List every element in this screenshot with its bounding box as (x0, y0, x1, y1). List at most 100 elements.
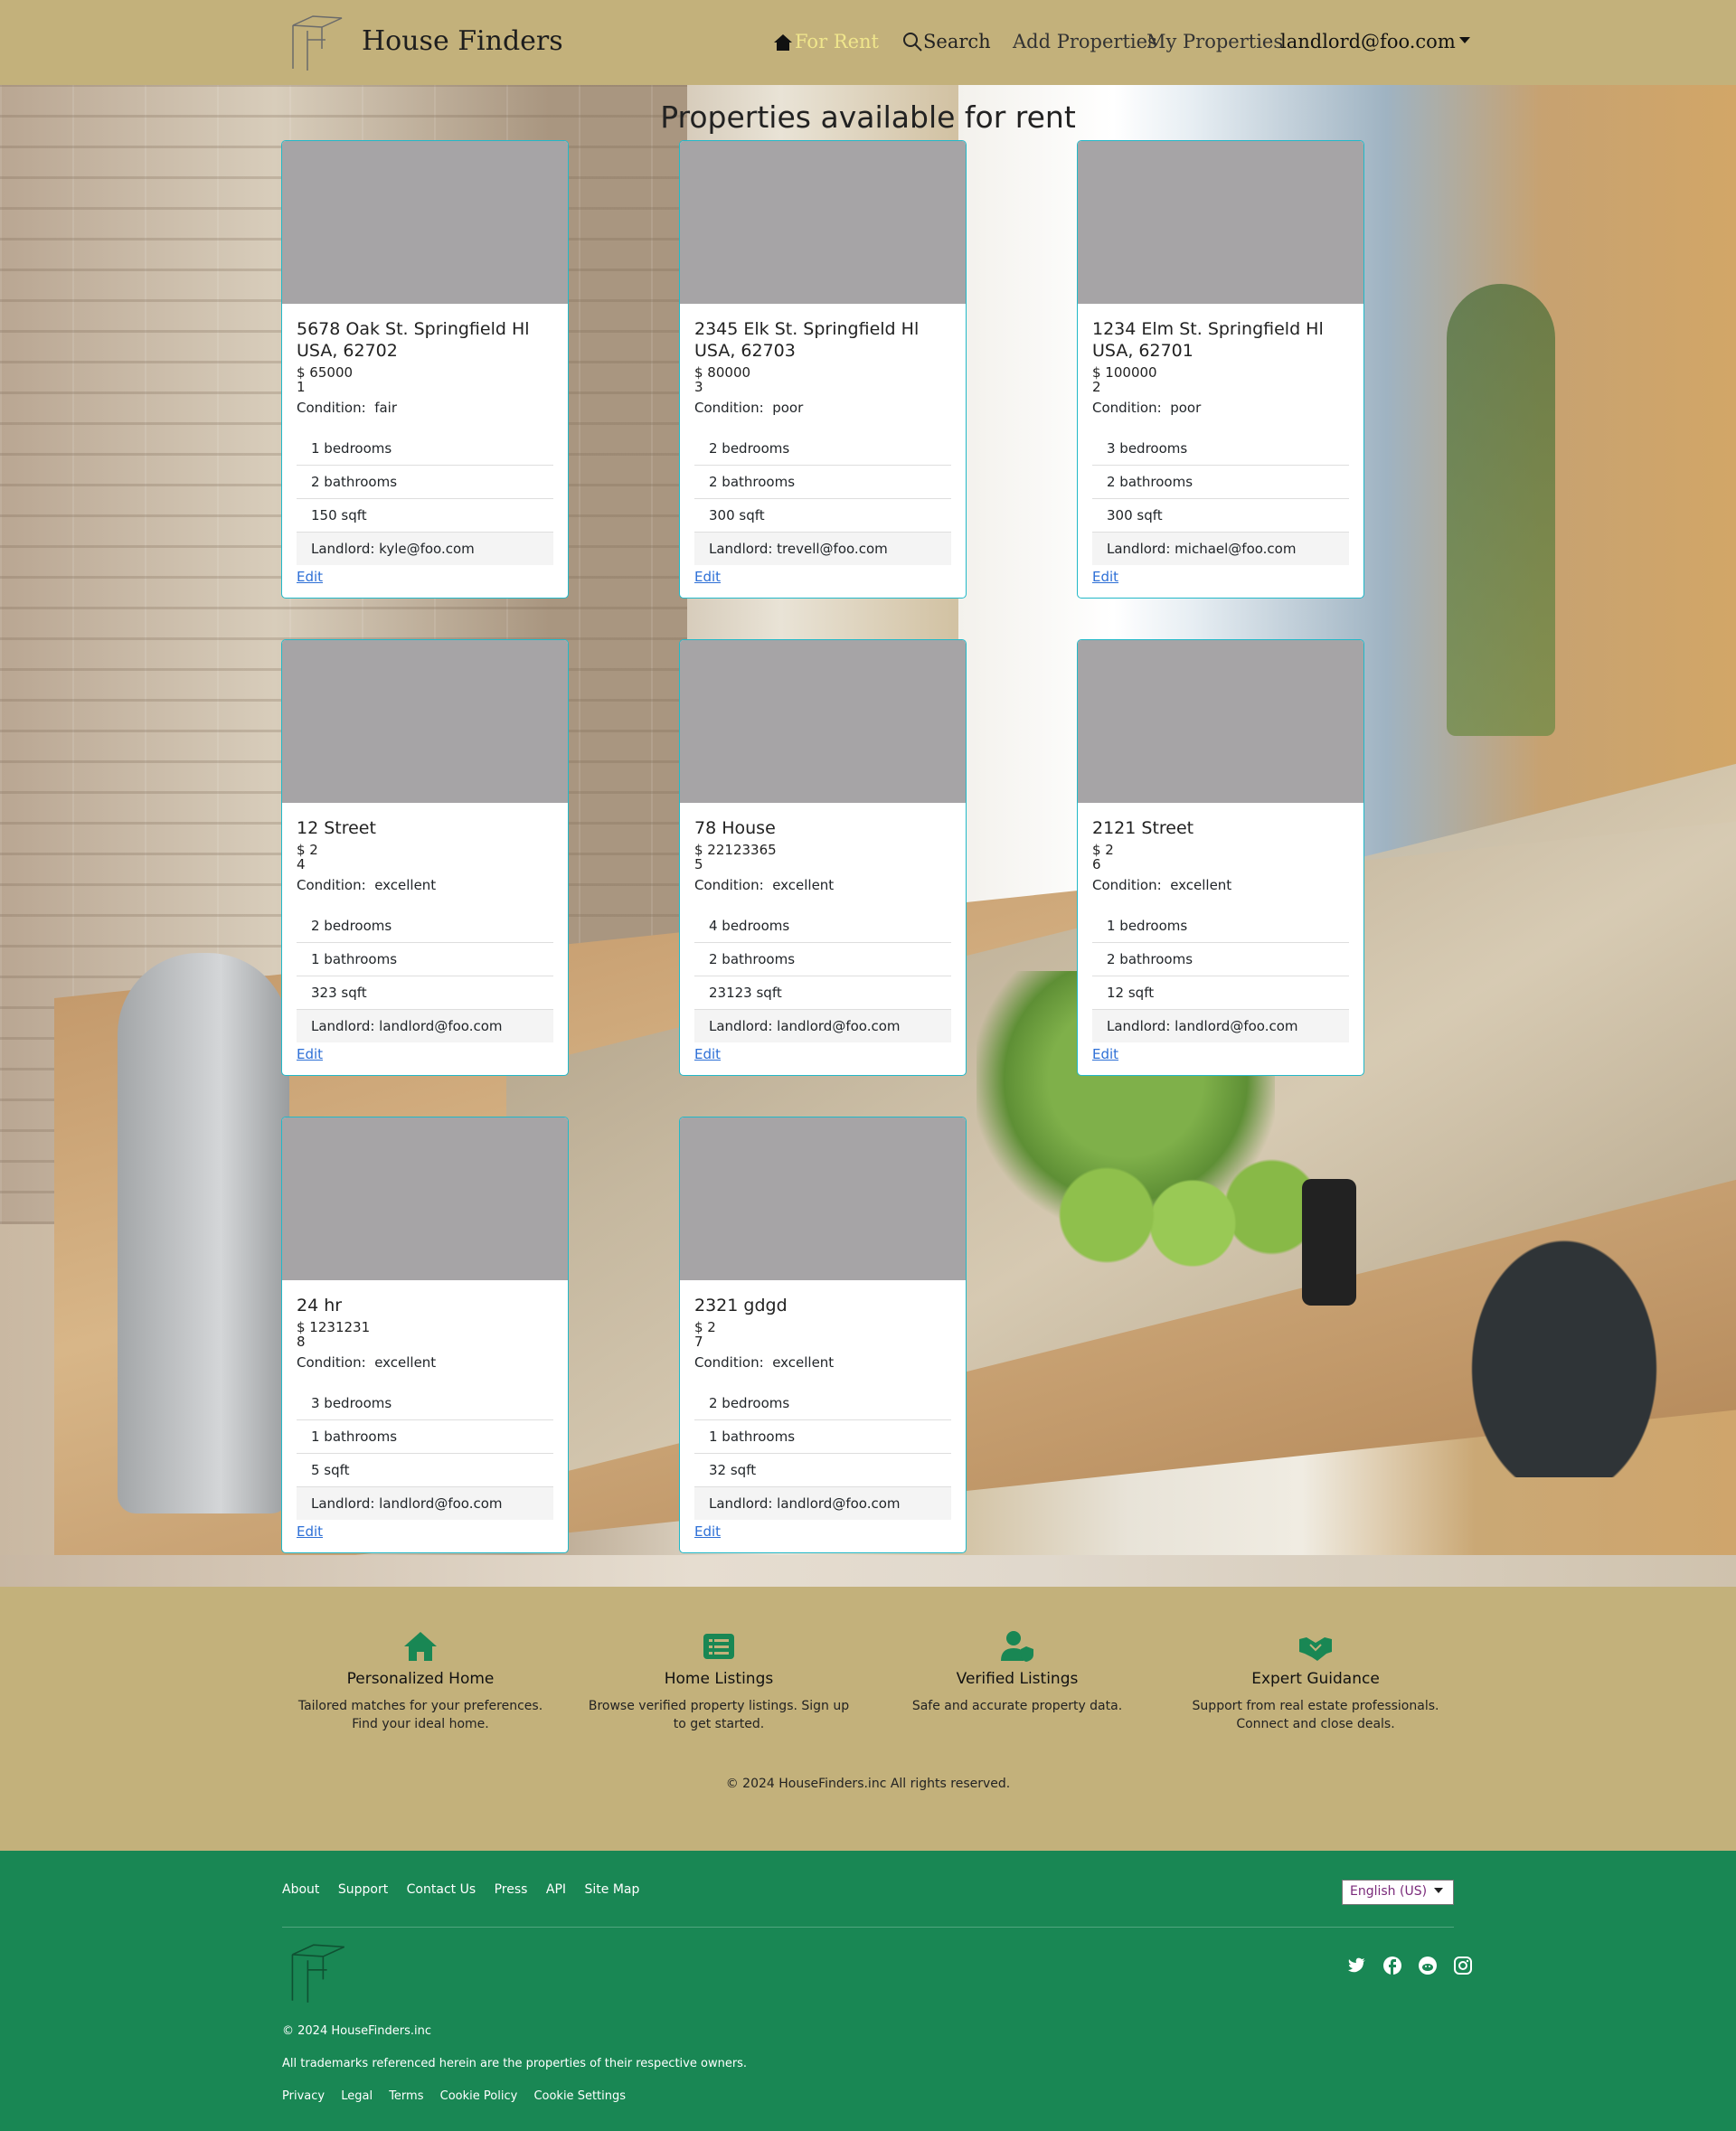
property-card: 2321 gdgd $ 2 7 Condition: excellent 2 bedro… (679, 1117, 967, 1553)
edit-link[interactable]: Edit (297, 1046, 323, 1062)
bathrooms-item: 2 bathrooms (297, 466, 553, 499)
footer-logo-icon[interactable] (288, 1941, 347, 2004)
footer-links: About Support Contact Us Press API Site … (282, 1882, 654, 1897)
feature-desc: Tailored matches for your preferences. F… (297, 1699, 543, 1731)
property-image (282, 1117, 568, 1280)
house-finders-logo-icon[interactable] (289, 13, 344, 72)
card-body: 24 hr $ 1231231 8 Condition: excellent 3 bed… (282, 1280, 568, 1552)
property-address: 24 hr (297, 1296, 343, 1315)
features-section: Personalized Home Tailored matches for y… (0, 1587, 1736, 1851)
reddit-icon[interactable] (1418, 1956, 1438, 1975)
bedrooms-item: 4 bedrooms (694, 910, 951, 943)
property-details-list: 2 bedrooms 1 bathrooms 32 sqft Landlord: la… (694, 1387, 951, 1520)
property-condition: Condition: poor (1092, 400, 1349, 416)
sqft-item: 300 sqft (694, 499, 951, 533)
verified-user-icon (1001, 1631, 1033, 1662)
legal-link-terms[interactable]: Terms (389, 2089, 423, 2103)
brand-name[interactable]: House Finders (362, 25, 563, 57)
feature-desc: Safe and accurate property data. (911, 1699, 1123, 1713)
sqft-item: 12 sqft (1092, 976, 1349, 1010)
navbar: House Finders For Rent Search Add Proper… (0, 0, 1736, 85)
footer-link-api[interactable]: API (546, 1882, 566, 1897)
property-condition: Condition: excellent (694, 1354, 951, 1371)
property-card: 24 hr $ 1231231 8 Condition: excellent 3 bed… (281, 1117, 569, 1553)
condition-label: Condition: (694, 1354, 764, 1371)
twitter-icon[interactable] (1347, 1956, 1367, 1975)
bedrooms-item: 3 bedrooms (1092, 432, 1349, 466)
sqft-item: 32 sqft (694, 1454, 951, 1487)
page-title: Properties available for rent (660, 99, 1076, 135)
landlord-item: Landlord: kyle@foo.com (297, 533, 553, 565)
sqft-item: 5 sqft (297, 1454, 553, 1487)
user-dropdown[interactable]: landlord@foo.com (1280, 31, 1470, 52)
property-card: 2345 Elk St. Springfield Hl USA, 62703 $ … (679, 140, 967, 599)
property-address: 78 House (694, 818, 776, 838)
nav-add-properties[interactable]: Add Properties (1013, 31, 1157, 52)
property-price: $ 2 (297, 842, 318, 858)
edit-link[interactable]: Edit (1092, 569, 1118, 585)
edit-link[interactable]: Edit (1092, 1046, 1118, 1062)
property-details-list: 4 bedrooms 2 bathrooms 23123 sqft Landlord:… (694, 910, 951, 1042)
footer-link-support[interactable]: Support (338, 1882, 388, 1897)
sqft-item: 323 sqft (297, 976, 553, 1010)
language-select[interactable]: English (US) (1342, 1880, 1454, 1905)
footer-link-about[interactable]: About (282, 1882, 319, 1897)
footer-legal-links: Privacy Legal Terms Cookie Policy Cookie… (282, 2089, 638, 2103)
property-image (1078, 141, 1363, 304)
feature-desc: Support from real estate professionals. … (1192, 1699, 1439, 1731)
landlord-item: Landlord: landlord@foo.com (297, 1487, 553, 1520)
bathrooms-item: 2 bathrooms (694, 943, 951, 976)
edit-link[interactable]: Edit (297, 569, 323, 585)
card-body: 2345 Elk St. Springfield Hl USA, 62703 $ … (680, 304, 966, 598)
nav-for-rent[interactable]: For Rent (773, 31, 879, 52)
footer-link-sitemap[interactable]: Site Map (585, 1882, 640, 1897)
property-card: 12 Street $ 2 4 Condition: excellent 2 bedro… (281, 639, 569, 1076)
sqft-item: 23123 sqft (694, 976, 951, 1010)
condition-value: excellent (772, 877, 835, 893)
condition-label: Condition: (694, 877, 764, 893)
legal-link-legal[interactable]: Legal (341, 2089, 373, 2103)
property-id: 5 (694, 856, 703, 872)
landlord-item: Landlord: landlord@foo.com (1092, 1010, 1349, 1042)
bathrooms-item: 2 bathrooms (1092, 466, 1349, 499)
condition-label: Condition: (297, 877, 366, 893)
edit-link[interactable]: Edit (694, 569, 721, 585)
edit-link[interactable]: Edit (297, 1523, 323, 1540)
property-card: 2121 Street $ 2 6 Condition: excellent 1 bed… (1077, 639, 1364, 1076)
property-price: $ 2 (694, 1319, 716, 1335)
property-price: $ 1231231 (297, 1319, 371, 1335)
apples-decor (1004, 1134, 1347, 1297)
property-id: 7 (694, 1334, 703, 1350)
property-price: $ 100000 (1092, 364, 1157, 381)
landlord-item: Landlord: landlord@foo.com (297, 1010, 553, 1042)
nav-my-properties[interactable]: My Properties (1146, 31, 1283, 52)
nav-search[interactable]: Search (901, 31, 991, 52)
legal-link-cookie-policy[interactable]: Cookie Policy (440, 2089, 518, 2103)
card-body: 2321 gdgd $ 2 7 Condition: excellent 2 bedro… (680, 1280, 966, 1552)
condition-value: poor (1170, 400, 1202, 416)
property-id: 1 (297, 379, 306, 395)
property-card: 5678 Oak St. Springfield Hl USA, 62702 $ … (281, 140, 569, 599)
legal-link-privacy[interactable]: Privacy (282, 2089, 325, 2103)
property-condition: Condition: excellent (1092, 877, 1349, 893)
bathrooms-item: 2 bathrooms (1092, 943, 1349, 976)
footer-copyright: © 2024 HouseFinders.inc (282, 2024, 431, 2038)
edit-link[interactable]: Edit (694, 1046, 721, 1062)
card-body: 5678 Oak St. Springfield Hl USA, 62702 $ … (282, 304, 568, 598)
condition-value: poor (772, 400, 804, 416)
property-address: 1234 Elm St. Springfield Hl USA, 62701 (1092, 319, 1324, 361)
legal-link-cookie-settings[interactable]: Cookie Settings (533, 2089, 626, 2103)
instagram-icon[interactable] (1453, 1956, 1473, 1975)
language-value: English (US) (1350, 1884, 1428, 1899)
facebook-icon[interactable] (1382, 1956, 1402, 1975)
footer-link-press[interactable]: Press (495, 1882, 528, 1897)
property-address: 2345 Elk St. Springfield Hl USA, 62703 (694, 319, 920, 361)
sqft-item: 300 sqft (1092, 499, 1349, 533)
edit-link[interactable]: Edit (694, 1523, 721, 1540)
condition-value: excellent (374, 1354, 437, 1371)
feature-verified-listings: Verified Listings Safe and accurate prop… (882, 1630, 1153, 1715)
handshake-icon (1299, 1637, 1332, 1661)
footer-link-contact[interactable]: Contact Us (407, 1882, 476, 1897)
bathrooms-item: 1 bathrooms (297, 1420, 553, 1454)
condition-label: Condition: (694, 400, 764, 416)
